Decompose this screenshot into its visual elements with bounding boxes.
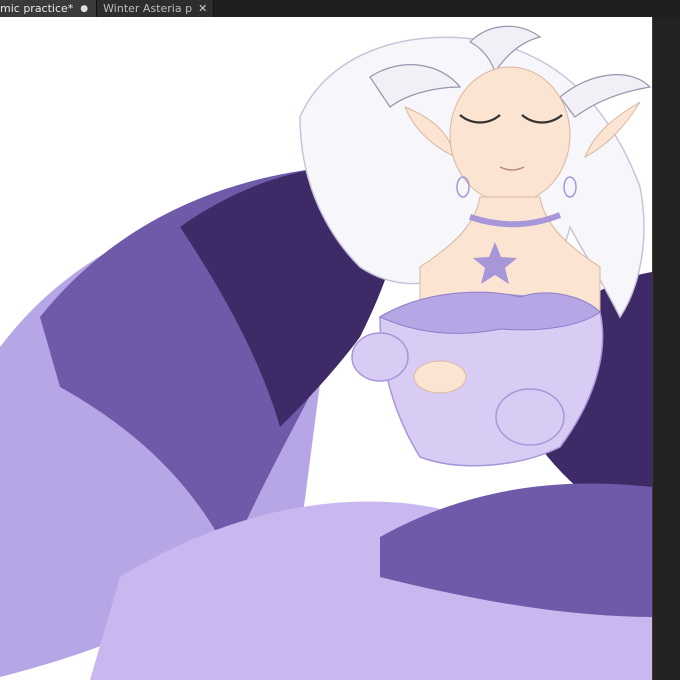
tab-comic-practice[interactable]: mic practice* ●: [0, 0, 98, 17]
close-icon[interactable]: ✕: [198, 2, 207, 15]
tab-label: mic practice*: [0, 2, 74, 15]
artwork-illustration: [0, 25, 652, 680]
tab-bar-empty-area: [214, 0, 680, 17]
right-horn: [559, 74, 652, 118]
tab-winter-asteria[interactable]: Winter Asteria p ✕: [97, 0, 215, 17]
document-tab-bar: mic practice* ● Winter Asteria p ✕: [0, 0, 680, 17]
right-sleeve: [495, 388, 565, 446]
tab-label: Winter Asteria p: [103, 2, 193, 15]
drawing-canvas[interactable]: [0, 17, 652, 680]
right-docker-panel: [652, 17, 680, 680]
unsaved-dot-icon: ●: [80, 3, 89, 14]
clasped-hands: [413, 360, 467, 394]
left-sleeve: [351, 332, 409, 382]
